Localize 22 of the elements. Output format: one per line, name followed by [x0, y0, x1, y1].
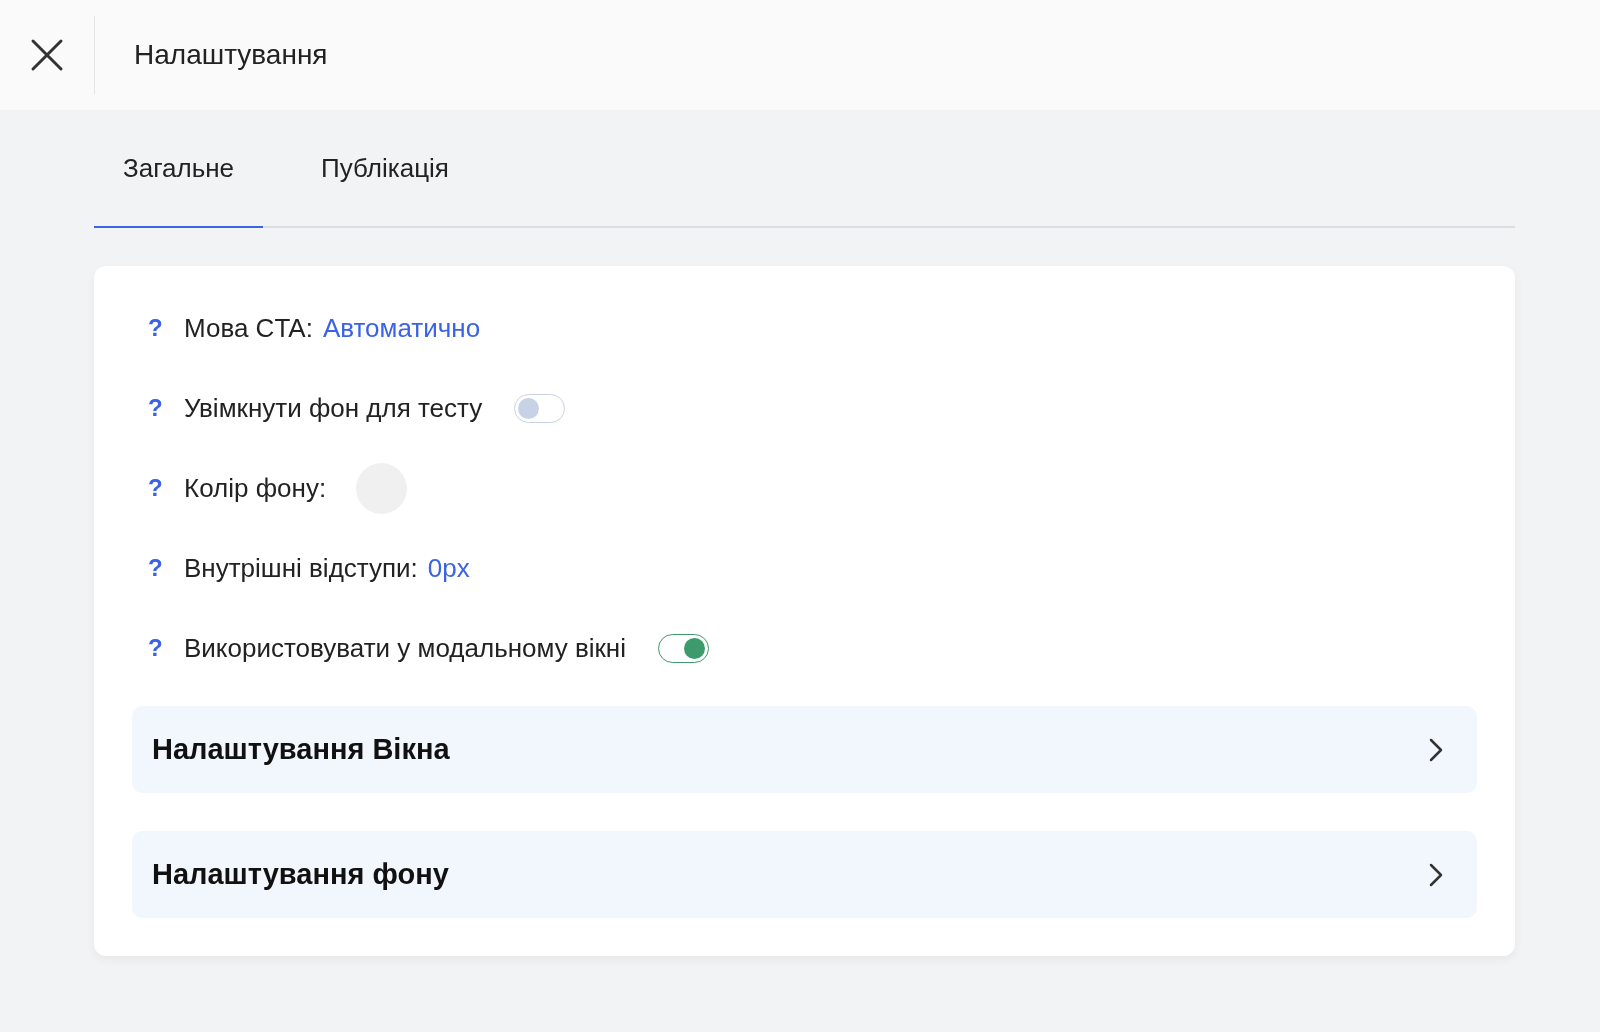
chevron-right-icon — [1429, 862, 1443, 887]
setting-value-link[interactable]: 0px — [427, 552, 470, 584]
tab[interactable]: Публікація — [292, 110, 478, 228]
help-icon[interactable]: ? — [148, 394, 184, 422]
section-title: Налаштування фону — [152, 858, 449, 891]
section-header[interactable]: Налаштування Вікна — [132, 706, 1477, 793]
page-title: Налаштування — [134, 39, 328, 71]
setting-label: Внутрішні відступи: — [184, 552, 418, 584]
setting-value-link[interactable]: Автоматично — [322, 312, 481, 344]
setting-label: Використовувати у модальному вікні — [184, 632, 626, 664]
help-icon[interactable]: ? — [148, 554, 184, 582]
chevron-right-icon — [1429, 737, 1443, 762]
section-title: Налаштування Вікна — [152, 733, 450, 766]
close-icon[interactable] — [30, 38, 64, 72]
setting-label: Мова CTA: — [184, 312, 313, 344]
setting-label: Увімкнути фон для тесту — [184, 392, 483, 424]
help-icon[interactable]: ? — [148, 634, 184, 662]
help-icon[interactable]: ? — [148, 314, 184, 342]
setting-label: Колір фону: — [184, 472, 327, 504]
help-icon[interactable]: ? — [148, 474, 184, 502]
tab[interactable]: Загальне — [94, 110, 264, 228]
section-header[interactable]: Налаштування фону — [132, 831, 1477, 918]
